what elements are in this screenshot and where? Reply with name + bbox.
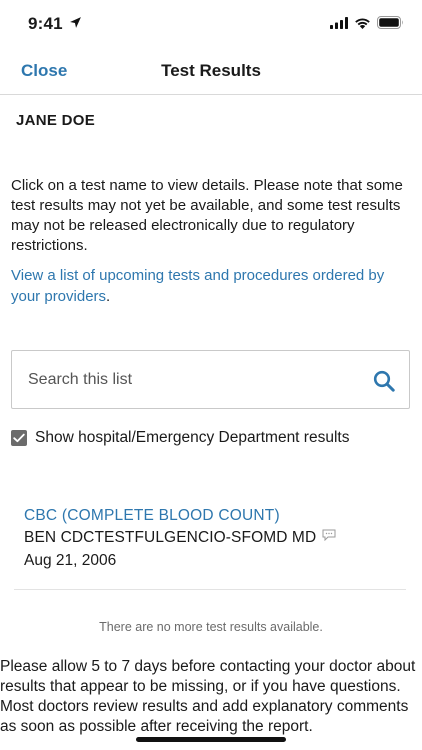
home-indicator[interactable] — [136, 737, 286, 742]
test-result-item[interactable]: CBC (COMPLETE BLOOD COUNT) BEN CDCTESTFU… — [24, 506, 394, 571]
search-icon[interactable] — [373, 370, 395, 392]
footer-note: Please allow 5 to 7 days before contacti… — [0, 658, 416, 735]
navigation-bar: Close Test Results — [0, 48, 422, 95]
cellular-signal-icon — [330, 16, 348, 29]
checkmark-icon — [13, 433, 25, 443]
test-name-link[interactable]: CBC (COMPLETE BLOOD COUNT) — [24, 506, 394, 526]
battery-icon — [377, 16, 403, 29]
upcoming-tests-suffix: . — [106, 288, 111, 305]
intro-text: Click on a test name to view details. Pl… — [11, 177, 403, 254]
patient-name: JANE DOE — [16, 112, 96, 129]
result-date: Aug 21, 2006 — [24, 552, 117, 569]
status-bar: 9:41 — [0, 0, 422, 48]
search-box — [11, 350, 410, 409]
search-input[interactable] — [28, 371, 348, 389]
upcoming-tests-paragraph: View a list of upcoming tests and proced… — [11, 265, 411, 307]
ordering-provider: BEN CDCTESTFULGENCIO-SFOMD MD — [24, 529, 317, 546]
wifi-icon — [355, 18, 370, 29]
upcoming-tests-link[interactable]: View a list of upcoming tests and proced… — [11, 267, 384, 305]
hospital-results-filter[interactable]: Show hospital/Emergency Department resul… — [11, 428, 349, 448]
page-title: Test Results — [161, 61, 261, 80]
no-more-results-text: There are no more test results available… — [99, 620, 323, 634]
divider — [14, 589, 406, 590]
location-arrow-icon — [70, 17, 81, 28]
provider-row: BEN CDCTESTFULGENCIO-SFOMD MD — [24, 528, 394, 548]
hospital-results-label: Show hospital/Emergency Department resul… — [35, 429, 350, 446]
status-time: 9:41 — [28, 14, 63, 33]
hospital-results-checkbox[interactable] — [11, 430, 27, 446]
status-indicators — [330, 16, 404, 29]
comment-icon — [322, 529, 336, 541]
